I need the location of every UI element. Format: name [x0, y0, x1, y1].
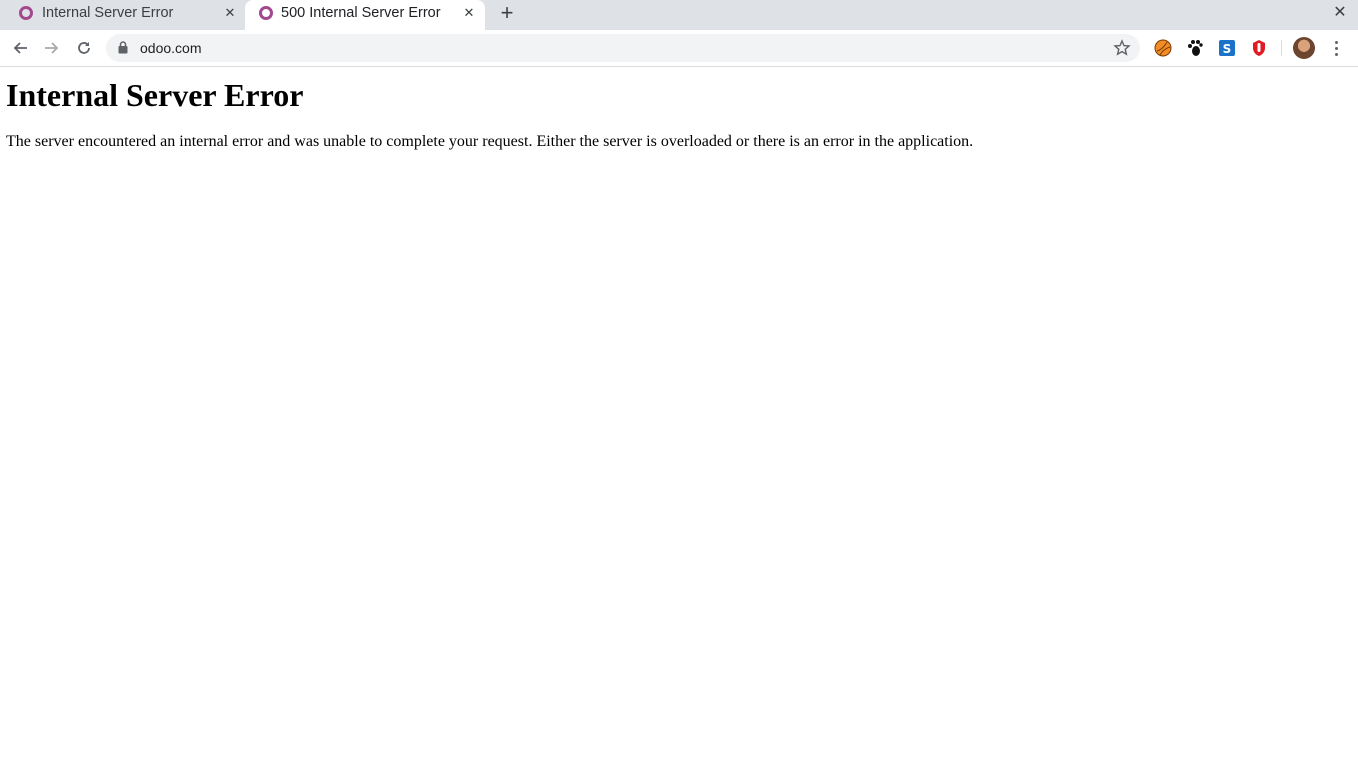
- window-close-icon[interactable]: ✕: [1330, 4, 1350, 24]
- paw-extension-icon[interactable]: [1185, 38, 1205, 58]
- tab-500-internal-server-error[interactable]: 500 Internal Server Error ✕: [245, 0, 485, 30]
- bookmark-star-icon[interactable]: [1113, 39, 1131, 62]
- tab-internal-server-error[interactable]: Internal Server Error ✕: [0, 0, 244, 30]
- kebab-menu-icon[interactable]: [1326, 38, 1346, 58]
- tab-strip: Internal Server Error ✕ 500 Internal Ser…: [0, 0, 1358, 30]
- tab-close-icon[interactable]: ✕: [461, 5, 477, 21]
- svg-text:S: S: [1223, 42, 1232, 56]
- tab-title: Internal Server Error: [42, 5, 174, 21]
- orange-ball-extension-icon[interactable]: [1153, 38, 1173, 58]
- error-heading: Internal Server Error: [6, 77, 304, 113]
- new-tab-plus-icon[interactable]: +: [497, 2, 517, 24]
- reload-icon[interactable]: [72, 36, 96, 60]
- error-message: The server encountered an internal error…: [6, 133, 974, 150]
- tab-title: 500 Internal Server Error: [281, 5, 441, 21]
- address-bar[interactable]: odoo.com: [106, 34, 1140, 62]
- odoo-favicon-icon: [19, 6, 33, 20]
- lock-icon[interactable]: [118, 41, 128, 59]
- page-content: Internal Server Error The server encount…: [0, 68, 1358, 764]
- profile-avatar[interactable]: [1293, 37, 1315, 59]
- tab-close-icon[interactable]: ✕: [222, 5, 238, 21]
- odoo-favicon-icon: [259, 6, 273, 20]
- s-blue-extension-icon[interactable]: S: [1217, 38, 1237, 58]
- back-arrow-icon[interactable]: [8, 36, 32, 60]
- red-hand-extension-icon[interactable]: [1249, 38, 1269, 58]
- browser-toolbar: odoo.com S: [0, 30, 1358, 67]
- url-text: odoo.com: [140, 40, 202, 56]
- forward-arrow-icon[interactable]: [40, 36, 64, 60]
- toolbar-separator: [1281, 40, 1282, 56]
